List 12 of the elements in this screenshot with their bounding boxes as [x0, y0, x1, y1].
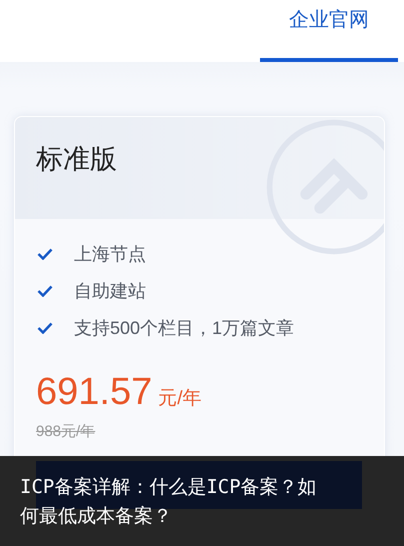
plan-title: 标准版 — [35, 143, 118, 176]
check-icon — [37, 285, 53, 297]
check-icon — [37, 322, 53, 334]
price-unit: 元/年 — [158, 387, 202, 411]
emblem-icon — [264, 117, 384, 257]
caption-text: ICP备案详解：什么是ICP备案？如何最低成本备案？ — [19, 475, 318, 529]
feature-text: 上海节点 — [74, 243, 146, 266]
price: 691.57 — [36, 371, 152, 414]
original-price: 988元/年 — [35, 422, 96, 441]
feature-text: 支持500个栏目，1万篇文章 — [74, 317, 294, 340]
check-icon — [37, 248, 53, 260]
feature-text: 自助建站 — [74, 280, 146, 303]
